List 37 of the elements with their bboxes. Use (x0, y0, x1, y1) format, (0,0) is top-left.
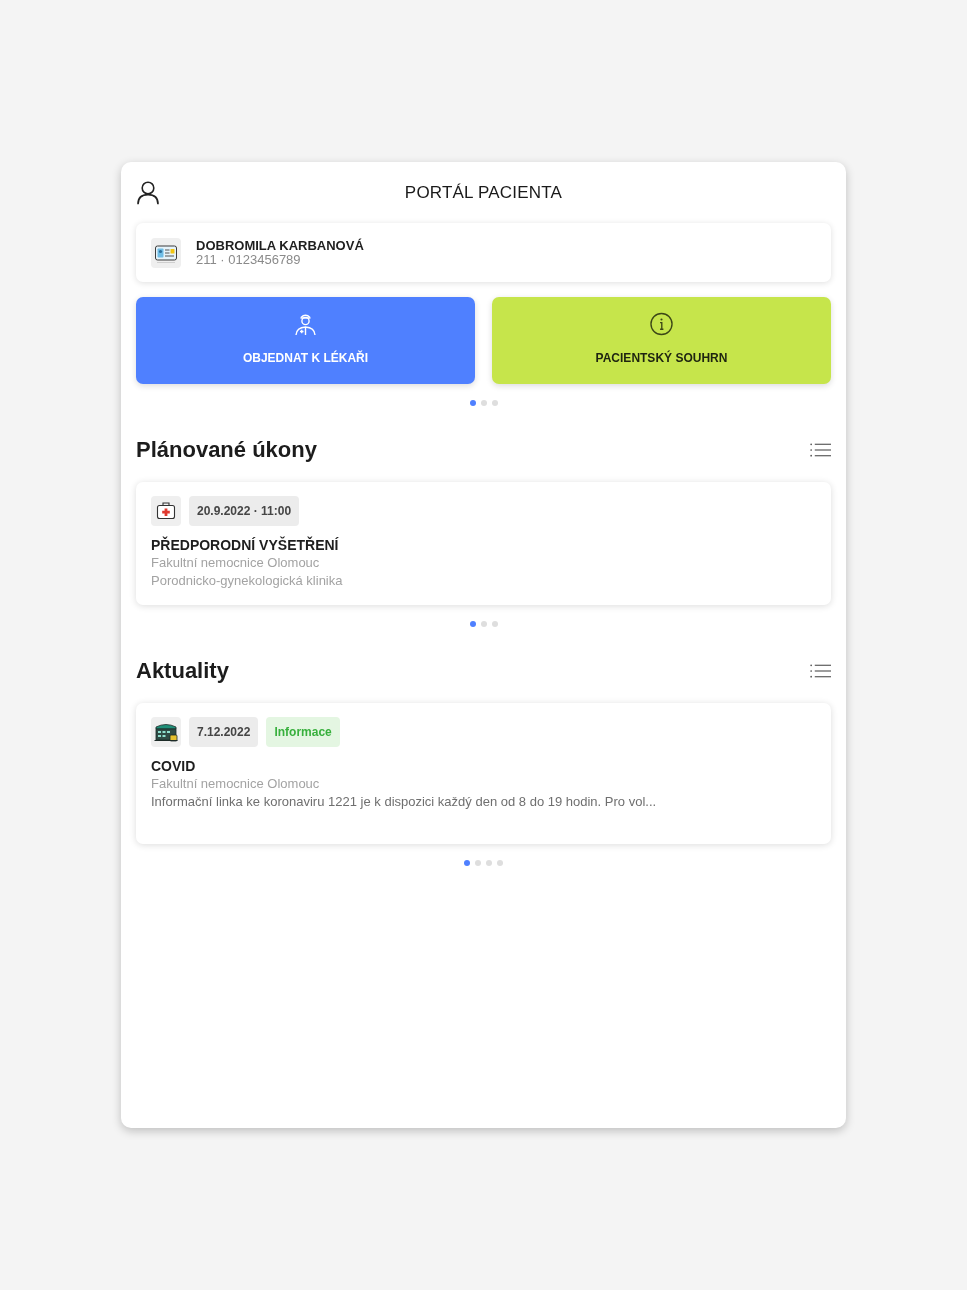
card-title: COVID (151, 757, 197, 775)
section-title: Plánované úkony (136, 436, 317, 464)
pager-dot-icon[interactable] (486, 860, 492, 866)
date-chip: 7.12.2022 (189, 717, 259, 747)
pager-dot-icon[interactable] (475, 860, 481, 866)
info-icon (650, 312, 673, 336)
patient-card[interactable]: DOBROMILA KARBANOVÁ 211 · 0123456789 (136, 223, 831, 282)
card-title: PŘEDPORODNÍ VYŠETŘENÍ (151, 536, 340, 554)
organization-name: Fakultní nemocnice Olomouc (151, 775, 321, 793)
pager-dot-icon[interactable] (469, 400, 476, 406)
section-title: Aktuality (136, 657, 229, 685)
patient-name: DOBROMILA KARBANOVÁ (196, 238, 364, 253)
pager-dot-icon[interactable] (491, 621, 498, 627)
doctor-icon (294, 312, 317, 336)
date-chip: 20.9.2022 · 11:00 (189, 496, 300, 526)
news-excerpt: Informační linka ke koronaviru 1221 je k dispozici každý den od 8 do 19 hodin. Pro vol... (151, 793, 658, 811)
pager-dot-icon[interactable] (480, 400, 487, 406)
pager-dot-icon[interactable] (469, 621, 476, 627)
book-doctor-button[interactable]: OBJEDNAT K LÉKAŘI (136, 297, 475, 384)
patient-summary-button[interactable]: PACIENTSKÝ SOUHRN (492, 297, 831, 384)
pager-dot-icon[interactable] (497, 860, 503, 866)
appointment-card[interactable]: 20.9.2022 · 11:00 PŘEDPORODNÍ VYŠETŘENÍ Fakultní nemocnice Olomouc Porodnicko-gynekologická klinika (136, 482, 831, 605)
category-tag: Informace (266, 717, 340, 747)
user-icon[interactable] (137, 180, 159, 205)
news-card[interactable]: 7.12.2022 Informace COVID Fakultní nemocnice Olomouc Informační linka ke koronaviru 1221 je k dispozici každý den od 8 do 19 hodin. Pro vol... (136, 703, 831, 844)
pager-dot-icon[interactable] (491, 400, 498, 406)
pager-dot-icon[interactable] (480, 621, 487, 627)
list-icon[interactable] (810, 442, 831, 458)
pager-dot-icon[interactable] (464, 860, 470, 866)
department-name: Porodnicko-gynekologická klinika (151, 572, 344, 590)
id-card-icon (151, 237, 181, 268)
app-title: PORTÁL PACIENTA (404, 182, 563, 203)
medical-kit-icon (151, 496, 181, 526)
organization-name: Fakultní nemocnice Olomouc (151, 554, 321, 572)
hospital-building-icon (151, 717, 181, 747)
list-icon[interactable] (810, 663, 831, 679)
patient-number: 211 · 0123456789 (196, 252, 302, 267)
